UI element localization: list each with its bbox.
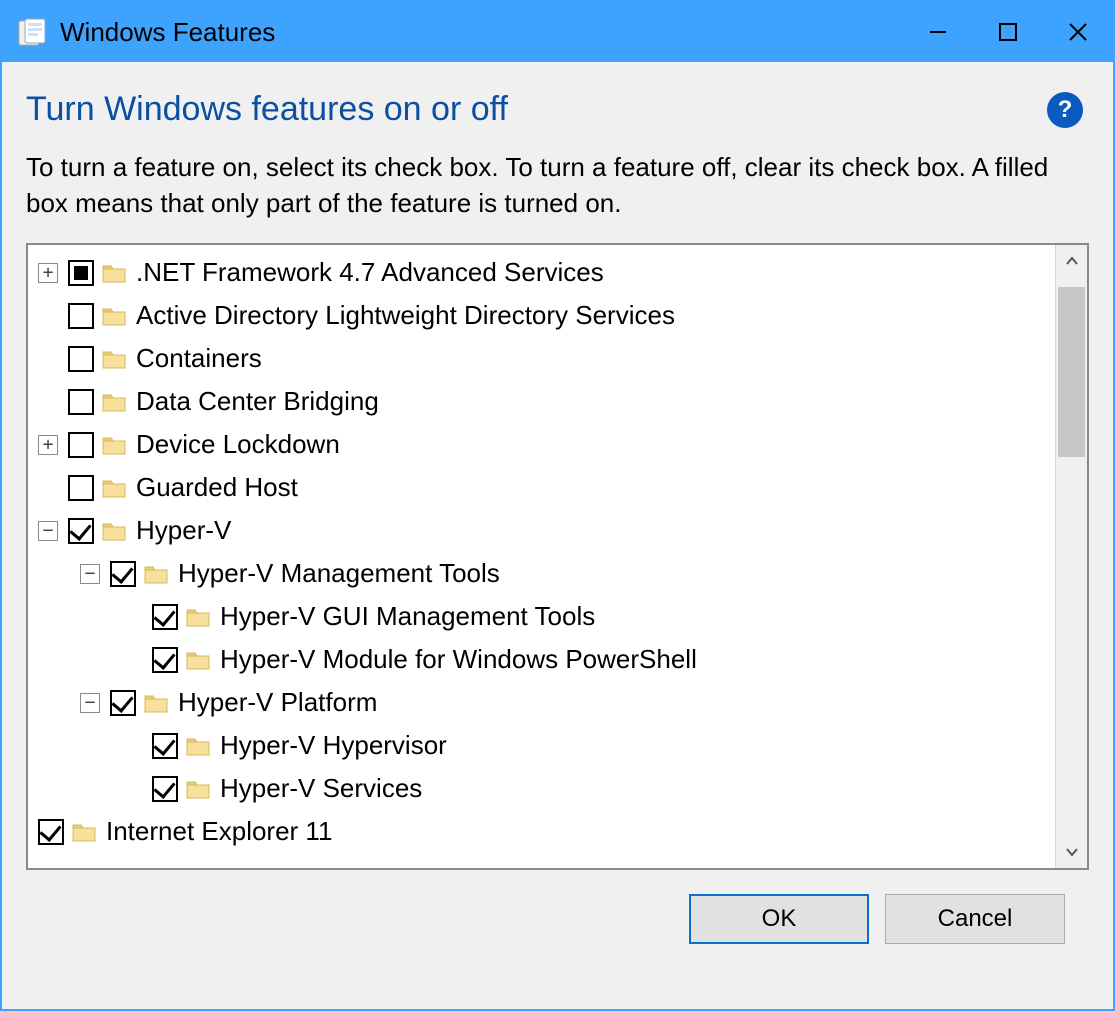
folder-icon xyxy=(186,649,210,671)
folder-icon xyxy=(186,778,210,800)
tree-row[interactable]: Containers xyxy=(34,337,1053,380)
app-icon xyxy=(16,16,48,48)
feature-tree[interactable]: + .NET Framework 4.7 Advanced ServicesAct… xyxy=(28,245,1055,868)
feature-label: Hyper-V xyxy=(136,509,231,552)
expander-placeholder xyxy=(122,779,142,799)
tree-row[interactable]: − Hyper-V Management Tools xyxy=(34,552,1053,595)
feature-checkbox[interactable] xyxy=(110,690,136,716)
collapse-icon[interactable]: − xyxy=(80,693,100,713)
ok-button[interactable]: OK xyxy=(689,894,869,944)
feature-checkbox[interactable] xyxy=(68,303,94,329)
tree-row[interactable]: + .NET Framework 4.7 Advanced Services xyxy=(34,251,1053,294)
cancel-button[interactable]: Cancel xyxy=(885,894,1065,944)
feature-checkbox[interactable] xyxy=(68,518,94,544)
page-heading-row: Turn Windows features on or off ? xyxy=(26,90,1089,129)
dialog-button-row: OK Cancel xyxy=(26,870,1089,968)
folder-icon xyxy=(102,477,126,499)
scroll-track[interactable] xyxy=(1056,277,1087,836)
folder-icon xyxy=(102,520,126,542)
folder-icon xyxy=(102,391,126,413)
collapse-icon[interactable]: − xyxy=(38,521,58,541)
scroll-up-button[interactable] xyxy=(1056,245,1087,277)
close-button[interactable] xyxy=(1043,2,1113,62)
expander-placeholder xyxy=(38,392,58,412)
folder-icon xyxy=(102,262,126,284)
tree-row[interactable]: Hyper-V Module for Windows PowerShell xyxy=(34,638,1053,681)
feature-label: Hyper-V GUI Management Tools xyxy=(220,595,595,638)
feature-label: Data Center Bridging xyxy=(136,380,379,423)
scrollbar[interactable] xyxy=(1055,245,1087,868)
feature-label: Containers xyxy=(136,337,262,380)
folder-icon xyxy=(144,692,168,714)
folder-icon xyxy=(102,305,126,327)
window-title: Windows Features xyxy=(60,17,903,48)
feature-tree-panel: + .NET Framework 4.7 Advanced ServicesAct… xyxy=(26,243,1089,870)
folder-icon xyxy=(186,735,210,757)
folder-icon xyxy=(72,821,96,843)
tree-row[interactable]: − Hyper-V xyxy=(34,509,1053,552)
feature-checkbox[interactable] xyxy=(110,561,136,587)
feature-label: Internet Explorer 11 xyxy=(106,810,332,853)
minimize-button[interactable] xyxy=(903,2,973,62)
tree-row[interactable]: Hyper-V Services xyxy=(34,767,1053,810)
feature-checkbox[interactable] xyxy=(152,604,178,630)
tree-row[interactable]: + Device Lockdown xyxy=(34,423,1053,466)
tree-row[interactable]: Internet Explorer 11 xyxy=(34,810,1053,853)
expander-placeholder xyxy=(38,349,58,369)
scroll-handle[interactable] xyxy=(1058,287,1085,457)
tree-row[interactable]: Active Directory Lightweight Directory S… xyxy=(34,294,1053,337)
expander-placeholder xyxy=(122,650,142,670)
feature-label: Active Directory Lightweight Directory S… xyxy=(136,294,675,337)
window-buttons xyxy=(903,2,1113,62)
feature-label: Guarded Host xyxy=(136,466,298,509)
feature-checkbox[interactable] xyxy=(68,346,94,372)
help-button[interactable]: ? xyxy=(1047,92,1083,128)
content-area: Turn Windows features on or off ? To tur… xyxy=(2,62,1113,1009)
expander-placeholder xyxy=(38,306,58,326)
tree-row[interactable]: Hyper-V Hypervisor xyxy=(34,724,1053,767)
feature-checkbox[interactable] xyxy=(68,432,94,458)
page-description: To turn a feature on, select its check b… xyxy=(26,149,1089,221)
window-frame: Windows Features Turn Windows features o… xyxy=(0,0,1115,1011)
folder-icon xyxy=(144,563,168,585)
collapse-icon[interactable]: − xyxy=(80,564,100,584)
expander-placeholder xyxy=(122,736,142,756)
folder-icon xyxy=(102,348,126,370)
scroll-down-button[interactable] xyxy=(1056,836,1087,868)
tree-row[interactable]: − Hyper-V Platform xyxy=(34,681,1053,724)
feature-checkbox[interactable] xyxy=(152,647,178,673)
feature-checkbox[interactable] xyxy=(152,776,178,802)
maximize-button[interactable] xyxy=(973,2,1043,62)
feature-checkbox[interactable] xyxy=(38,819,64,845)
expand-icon[interactable]: + xyxy=(38,263,58,283)
feature-label: .NET Framework 4.7 Advanced Services xyxy=(136,251,604,294)
feature-label: Hyper-V Platform xyxy=(178,681,377,724)
folder-icon xyxy=(186,606,210,628)
page-heading: Turn Windows features on or off xyxy=(26,90,508,129)
tree-row[interactable]: Guarded Host xyxy=(34,466,1053,509)
feature-label: Hyper-V Hypervisor xyxy=(220,724,447,767)
feature-checkbox[interactable] xyxy=(68,389,94,415)
expander-placeholder xyxy=(38,478,58,498)
title-bar[interactable]: Windows Features xyxy=(2,2,1113,62)
feature-label: Hyper-V Services xyxy=(220,767,422,810)
feature-label: Device Lockdown xyxy=(136,423,340,466)
expander-placeholder xyxy=(122,607,142,627)
tree-row[interactable]: Hyper-V GUI Management Tools xyxy=(34,595,1053,638)
feature-label: Hyper-V Management Tools xyxy=(178,552,500,595)
feature-checkbox[interactable] xyxy=(68,475,94,501)
tree-row[interactable]: Data Center Bridging xyxy=(34,380,1053,423)
expand-icon[interactable]: + xyxy=(38,435,58,455)
feature-label: Hyper-V Module for Windows PowerShell xyxy=(220,638,697,681)
feature-checkbox[interactable] xyxy=(68,260,94,286)
folder-icon xyxy=(102,434,126,456)
feature-checkbox[interactable] xyxy=(152,733,178,759)
